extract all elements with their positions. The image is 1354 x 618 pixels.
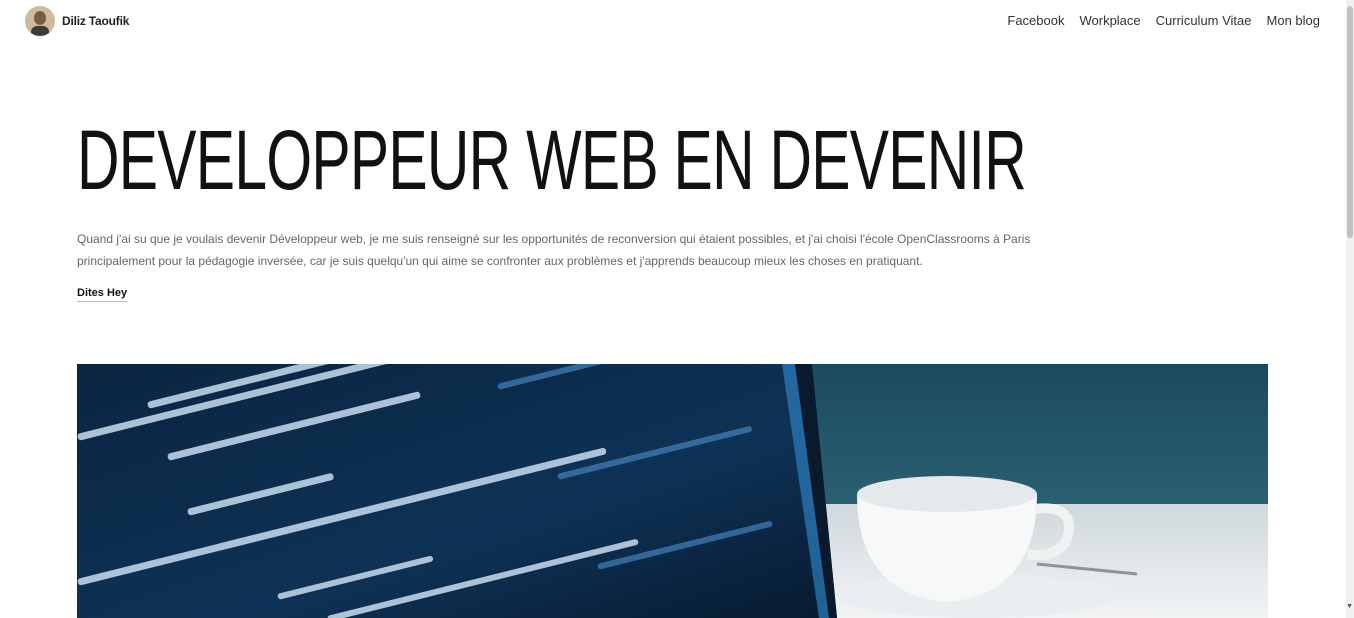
hero-description: Quand j'ai su que je voulais devenir Dév… (77, 232, 1031, 268)
site-header: Diliz Taoufik Facebook Workplace Curricu… (0, 0, 1346, 44)
say-hey-link[interactable]: Dites Hey (77, 287, 128, 302)
hero-image-laptop-code-coffee (77, 364, 1268, 618)
main-nav: Facebook Workplace Curriculum Vitae Mon … (1007, 13, 1320, 28)
scrollbar-thumb[interactable] (1347, 6, 1353, 238)
avatar[interactable] (25, 6, 55, 36)
nav-link-facebook[interactable]: Facebook (1007, 13, 1064, 28)
site-brand-name[interactable]: Diliz Taoufik (62, 14, 129, 28)
nav-link-curriculum-vitae[interactable]: Curriculum Vitae (1156, 13, 1252, 28)
nav-link-blog[interactable]: Mon blog (1267, 13, 1320, 28)
page-scrollbar[interactable]: ▼ (1346, 0, 1354, 618)
nav-link-workplace[interactable]: Workplace (1079, 13, 1140, 28)
page: Diliz Taoufik Facebook Workplace Curricu… (0, 0, 1354, 618)
hero-title: DEVELOPPEUR WEB EN DEVENIR (77, 113, 1027, 207)
scroll-down-arrow-icon[interactable]: ▼ (1346, 603, 1353, 610)
